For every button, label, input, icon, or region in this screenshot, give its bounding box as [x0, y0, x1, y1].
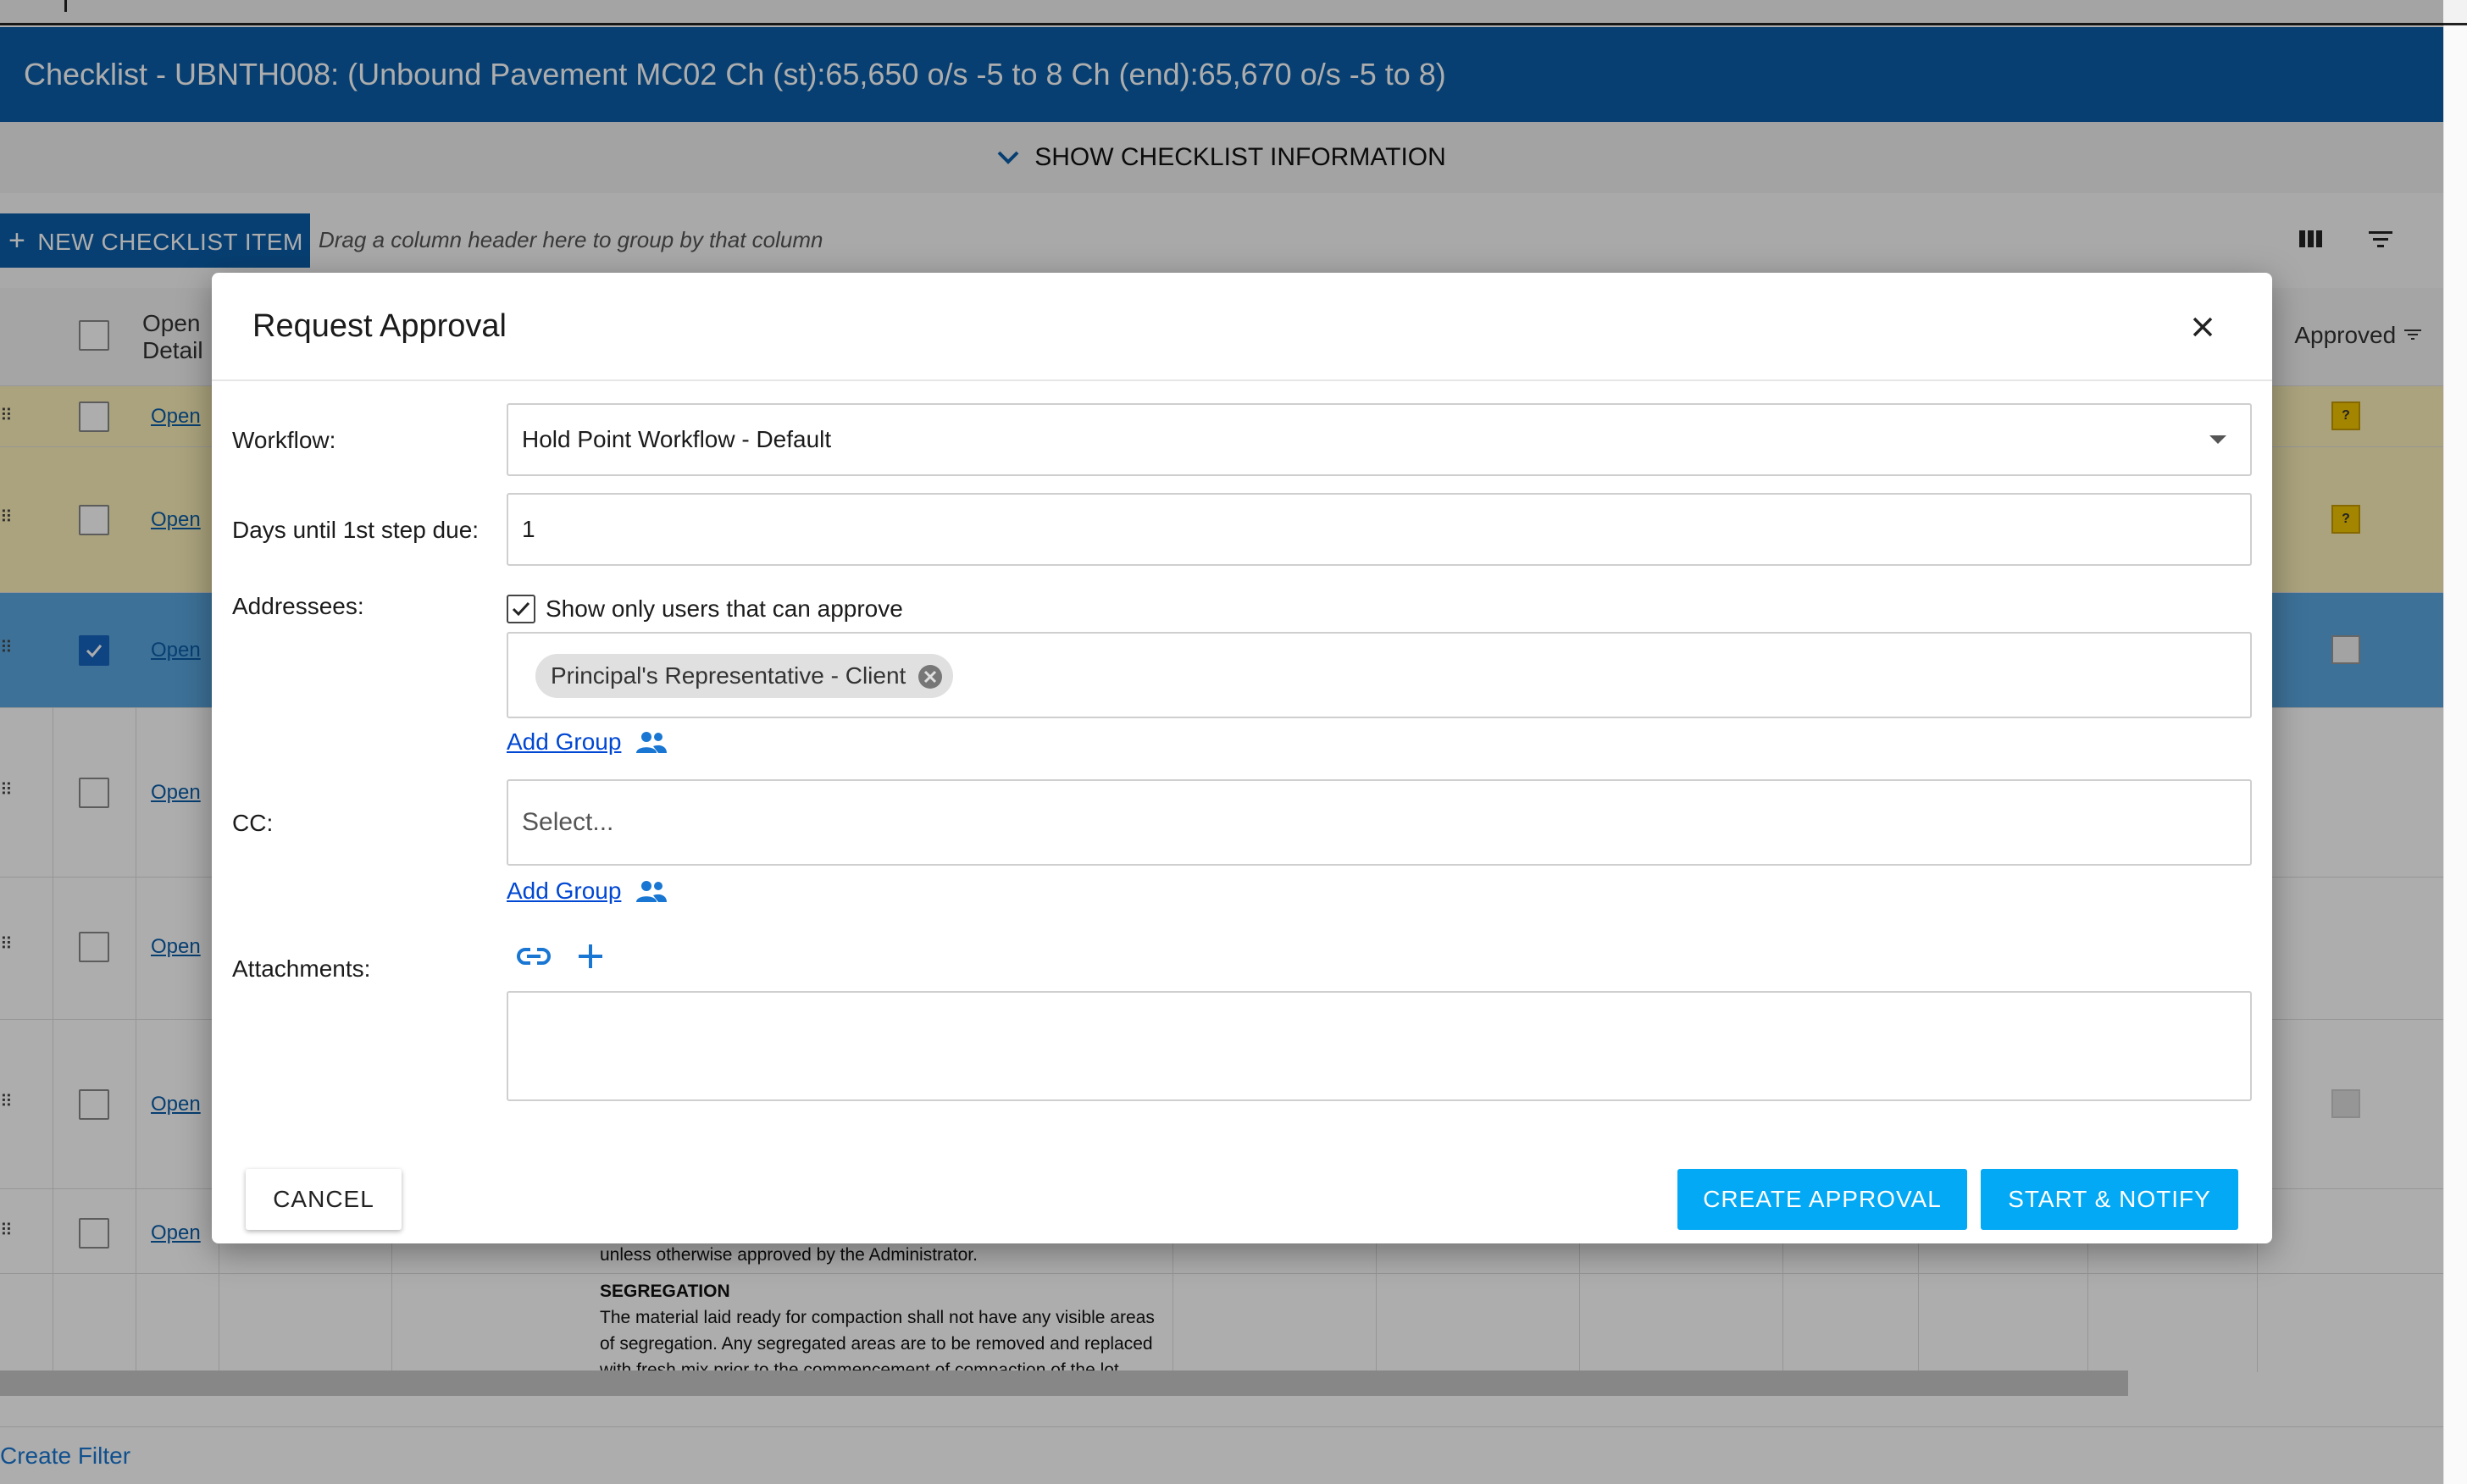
group-icon[interactable]	[635, 878, 668, 904]
create-approval-button[interactable]: CREATE APPROVAL	[1677, 1169, 1967, 1230]
dialog-header: Request Approval	[212, 273, 2272, 381]
cc-label: CC:	[232, 810, 274, 836]
dropdown-arrow-icon	[2209, 435, 2226, 444]
check-icon	[512, 601, 530, 617]
attachments-dropzone[interactable]	[507, 991, 2252, 1101]
days-input[interactable]: 1	[507, 493, 2252, 566]
checkbox-box[interactable]	[507, 595, 535, 623]
attachment-actions	[515, 942, 629, 971]
add-attachment-icon[interactable]	[576, 942, 605, 971]
link-icon[interactable]	[515, 944, 552, 968]
start-and-notify-button[interactable]: START & NOTIFY	[1981, 1169, 2238, 1230]
vertical-scrollbar[interactable]	[2443, 25, 2467, 1484]
cc-multiselect[interactable]: Select...	[507, 779, 2252, 866]
workflow-selected-value: Hold Point Workflow - Default	[522, 426, 832, 452]
request-approval-dialog: Request Approval Workflow: Hold Point Wo…	[212, 273, 2272, 1243]
group-icon[interactable]	[635, 729, 668, 755]
addressee-chip: Principal's Representative - Client	[535, 654, 954, 698]
addressees-multiselect[interactable]: Principal's Representative - Client	[507, 632, 2252, 718]
workflow-label: Workflow:	[232, 427, 336, 453]
addressees-add-group[interactable]: Add Group	[507, 728, 668, 756]
dialog-title: Request Approval	[252, 308, 507, 344]
close-icon	[2193, 317, 2213, 337]
remove-chip-icon[interactable]	[918, 664, 943, 689]
add-group-link[interactable]: Add Group	[507, 728, 621, 756]
cancel-button[interactable]: CANCEL	[246, 1169, 402, 1230]
workflow-select[interactable]: Hold Point Workflow - Default	[507, 403, 2252, 476]
days-label: Days until 1st step due:	[232, 517, 480, 543]
attachments-label: Attachments:	[232, 955, 371, 982]
addressee-chip-label: Principal's Representative - Client	[551, 662, 906, 689]
cc-placeholder: Select...	[522, 808, 614, 836]
show-only-approvers-checkbox[interactable]: Show only users that can approve	[507, 595, 903, 623]
add-group-link[interactable]: Add Group	[507, 878, 621, 905]
addressees-label: Addressees:	[232, 593, 364, 619]
cc-add-group[interactable]: Add Group	[507, 878, 668, 905]
days-value: 1	[522, 516, 535, 542]
close-button[interactable]	[2184, 308, 2221, 346]
show-only-approvers-label: Show only users that can approve	[546, 595, 903, 622]
